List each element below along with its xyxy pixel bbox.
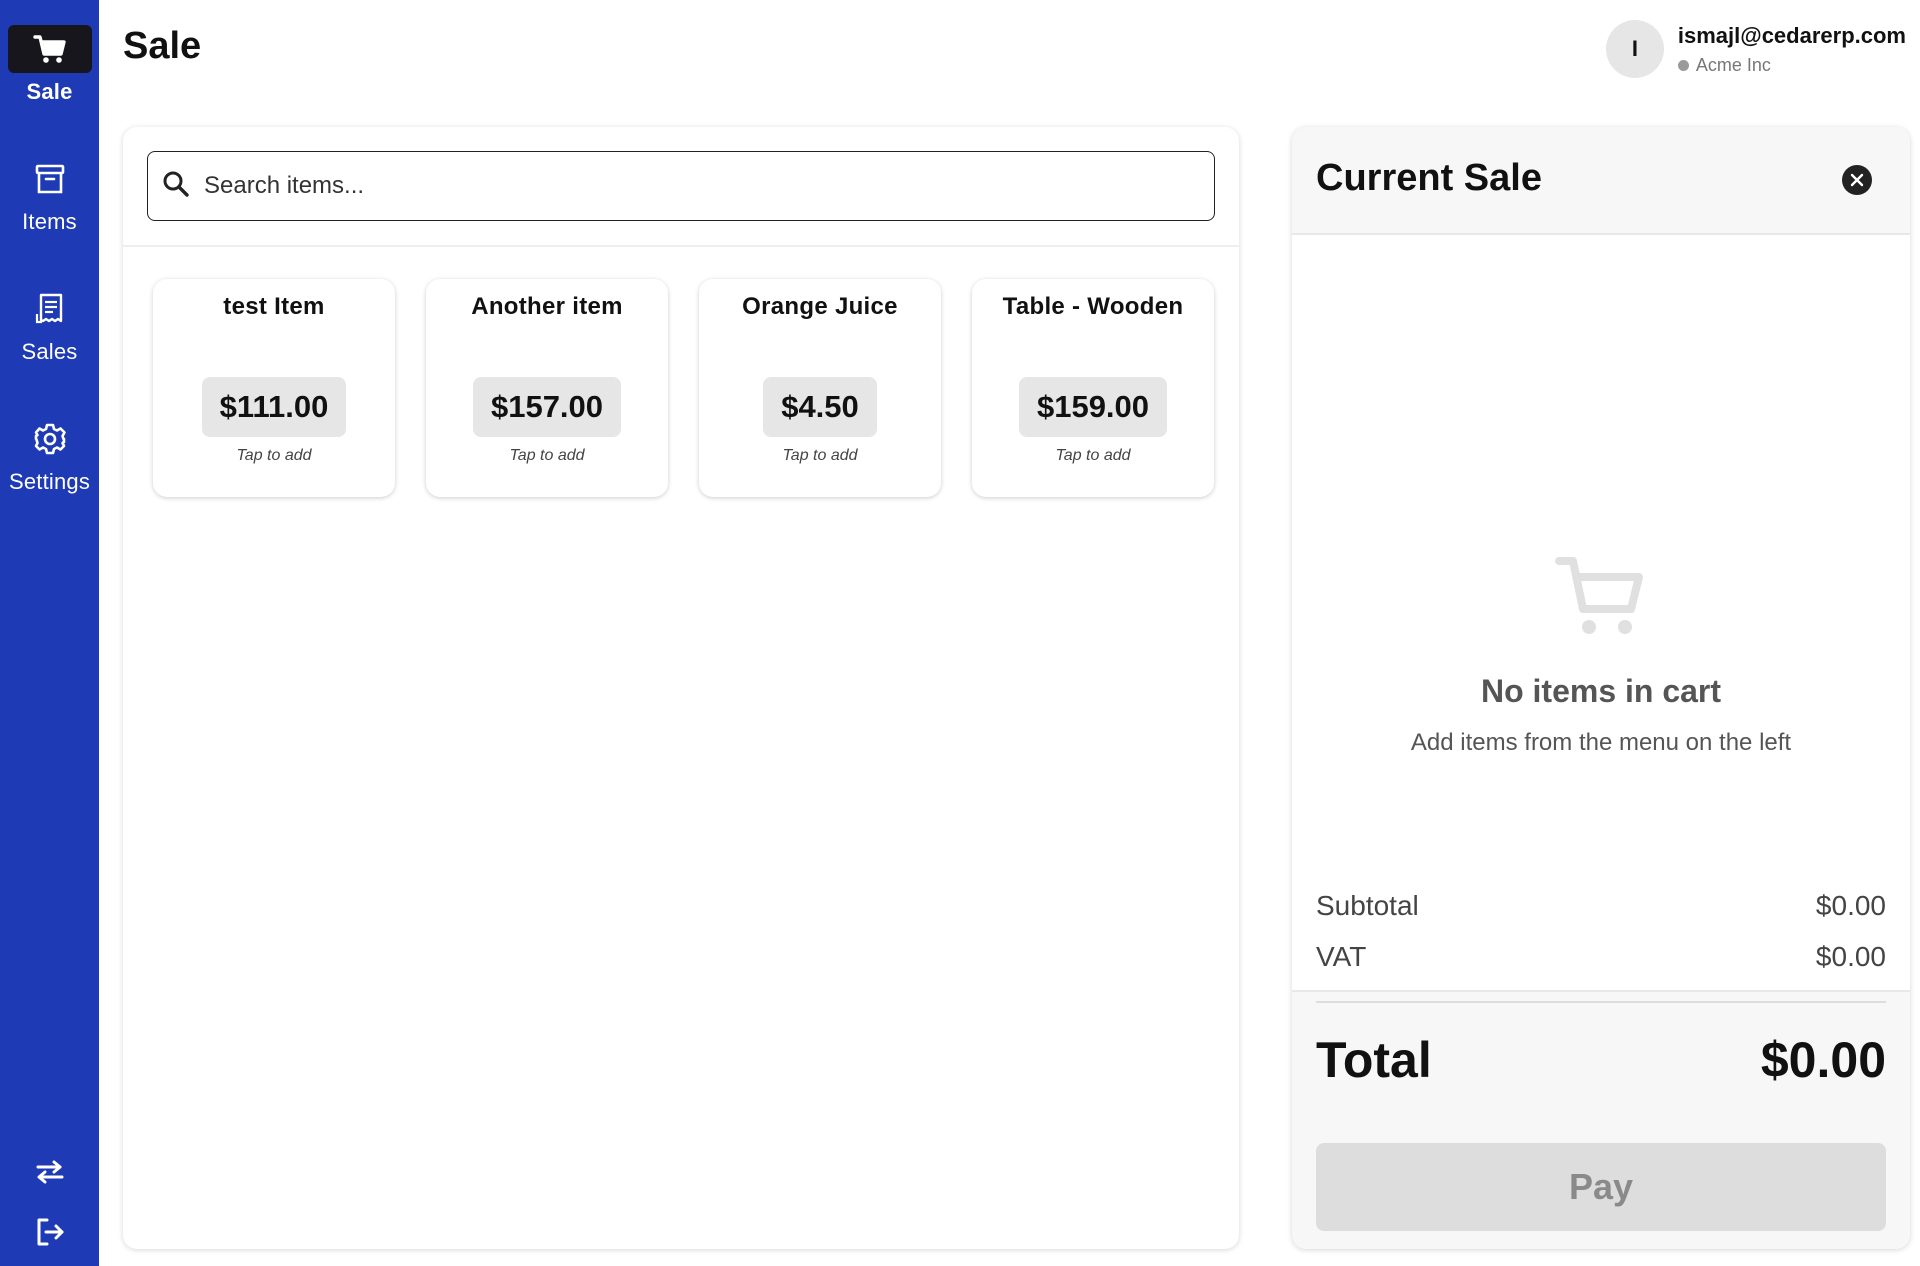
divider	[1316, 1001, 1886, 1003]
empty-cart-subtitle: Add items from the menu on the left	[1410, 729, 1792, 756]
sidebar-item-label: Sale	[26, 79, 73, 104]
search-input[interactable]	[204, 172, 1184, 200]
product-price: $157.00	[472, 377, 622, 437]
logout-icon[interactable]	[0, 1210, 99, 1254]
cart-panel: Current Sale No items in cart Add items …	[1292, 127, 1910, 1249]
search-icon	[162, 170, 190, 203]
organization-name: Acme Inc	[1695, 54, 1771, 75]
total-value: $0.00	[1760, 1032, 1886, 1088]
pos-app: Sale Items Sales Settings Sale I ismajl@…	[0, 0, 1920, 1266]
subtotal-row: Subtotal $0.00	[1316, 890, 1886, 922]
close-icon[interactable]	[1842, 165, 1872, 195]
avatar[interactable]: I	[1605, 20, 1664, 78]
sidebar-item-label: Sales	[21, 339, 78, 364]
product-card[interactable]: Table - Wooden $159.00 Tap to add	[972, 279, 1214, 497]
product-name: test Item	[223, 293, 325, 320]
product-card[interactable]: test Item $111.00 Tap to add	[153, 279, 395, 497]
page-title: Sale	[123, 25, 202, 67]
sidebar-item-label: Settings	[8, 469, 91, 494]
divider	[1292, 990, 1910, 992]
divider	[123, 245, 1239, 247]
swap-arrows-icon[interactable]	[0, 1150, 99, 1194]
receipt-icon	[8, 285, 92, 333]
empty-cart-title: No items in cart	[1480, 673, 1722, 709]
sidebar-item-label: Items	[22, 209, 77, 234]
product-name: Table - Wooden	[1002, 293, 1184, 320]
archive-box-icon	[8, 155, 92, 203]
empty-cart-icon	[1555, 555, 1645, 644]
vat-row: VAT $0.00	[1316, 941, 1886, 973]
status-dot-icon	[1677, 59, 1689, 71]
sidebar-item-sale[interactable]: Sale	[0, 25, 99, 105]
product-price: $111.00	[201, 377, 347, 437]
product-name: Orange Juice	[742, 293, 898, 320]
vat-value: $0.00	[1815, 941, 1886, 972]
product-hint: Tap to add	[782, 447, 858, 464]
product-name: Another item	[471, 293, 623, 320]
pay-button[interactable]: Pay	[1316, 1143, 1886, 1231]
search-box[interactable]	[147, 151, 1215, 221]
items-panel: test Item $111.00 Tap to add Another ite…	[123, 127, 1239, 1249]
product-card[interactable]: Orange Juice $4.50 Tap to add	[699, 279, 941, 497]
product-card[interactable]: Another item $157.00 Tap to add	[426, 279, 668, 497]
cart-items-area: No items in cart Add items from the menu…	[1292, 235, 1910, 990]
user-info: ismajl@cedarerp.com Acme Inc	[1677, 22, 1906, 76]
total-label: Total	[1316, 1032, 1432, 1088]
product-hint: Tap to add	[236, 447, 312, 464]
gear-icon	[8, 415, 92, 463]
cart-title: Current Sale	[1316, 157, 1542, 199]
sidebar-item-items[interactable]: Items	[0, 155, 99, 235]
product-price: $159.00	[1018, 377, 1168, 437]
vat-label: VAT	[1316, 941, 1367, 972]
total-row: Total $0.00	[1316, 1031, 1886, 1089]
sidebar: Sale Items Sales Settings	[0, 0, 99, 1266]
subtotal-label: Subtotal	[1316, 890, 1419, 921]
sidebar-item-sales[interactable]: Sales	[0, 285, 99, 365]
product-hint: Tap to add	[1055, 447, 1131, 464]
user-menu[interactable]: I ismajl@cedarerp.com Acme Inc	[1605, 20, 1906, 78]
subtotal-value: $0.00	[1815, 890, 1886, 921]
product-hint: Tap to add	[509, 447, 585, 464]
organization-row: Acme Inc	[1677, 54, 1906, 76]
cart-icon	[7, 25, 92, 73]
sidebar-item-settings[interactable]: Settings	[0, 415, 99, 495]
product-price: $4.50	[763, 377, 877, 437]
user-email: ismajl@cedarerp.com	[1677, 22, 1906, 48]
